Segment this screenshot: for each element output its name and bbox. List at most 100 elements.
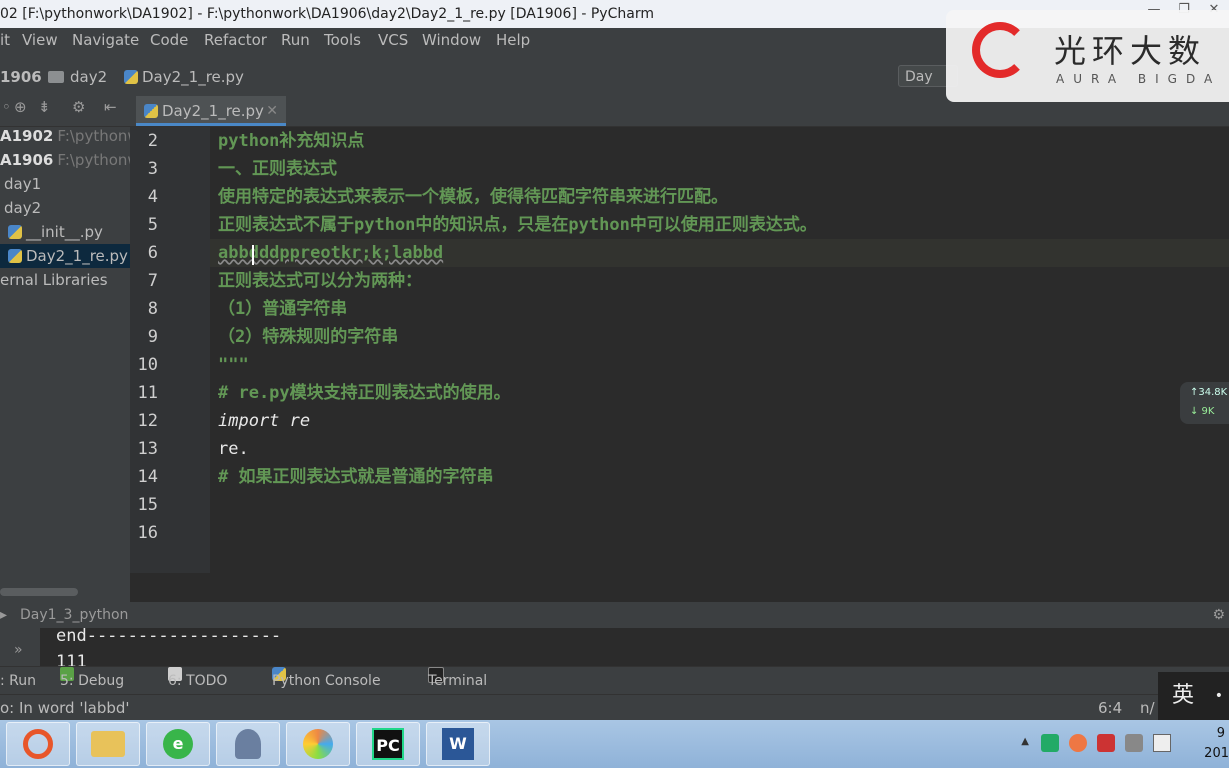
project-panel: ◦ ⊕ ⇟ ⚙ ⇤ A1902 F:\pythonw A1906 F:\python… <box>0 92 140 602</box>
breadcrumb-folder[interactable]: day2 <box>48 68 107 86</box>
taskbar-paint[interactable] <box>286 722 350 766</box>
gear-icon[interactable]: ⚙ <box>1212 602 1225 628</box>
line-number: 13 <box>137 439 158 459</box>
line-number: 12 <box>137 411 158 431</box>
project-panel-toolbar: ◦ ⊕ ⇟ ⚙ ⇤ <box>0 92 130 127</box>
expand-icon[interactable]: » <box>14 642 23 658</box>
tool-todo-label: 6: TODO <box>168 673 228 689</box>
taskbar-chrome[interactable] <box>6 722 70 766</box>
chrome-icon <box>23 729 53 759</box>
line-number: 15 <box>137 495 158 515</box>
run-config-icon: ▸ <box>0 607 8 623</box>
tray-volume-icon[interactable] <box>1125 734 1143 752</box>
ime-indicator[interactable]: 英 • <box>1158 672 1229 720</box>
tray-qq-icon[interactable] <box>1097 734 1115 752</box>
taskbar-word[interactable]: W <box>426 722 490 766</box>
clock-time[interactable]: 9 <box>1217 726 1225 741</box>
line-number: 2 <box>147 131 158 151</box>
tree-item-init[interactable]: __init__.py <box>8 220 103 244</box>
line-number: 3 <box>147 159 158 179</box>
tab-day2-1-re[interactable]: Day2_1_re.py ✕ <box>136 96 286 126</box>
caret-position[interactable]: 6:4 <box>1098 695 1122 721</box>
menu-tools[interactable]: Tools <box>324 31 361 49</box>
code-line: re. <box>218 439 249 459</box>
menu-refactor[interactable]: Refactor <box>204 31 267 49</box>
watermark-logo: 光环大数 AURA BIGDA <box>946 10 1229 102</box>
tree-item-external-libraries[interactable]: ernal Libraries <box>0 268 108 292</box>
code-line: 正则表达式不属于python中的知识点，只是在python中可以使用正则表达式。 <box>218 215 817 235</box>
tool-run[interactable]: : Run <box>0 667 36 695</box>
collapse-icon[interactable]: ⇟ <box>38 98 51 116</box>
python-file-icon <box>8 225 22 239</box>
menu-run[interactable]: Run <box>281 31 310 49</box>
tool-debug-label: 5: Debug <box>60 673 125 689</box>
ime-label: 英 <box>1172 683 1195 708</box>
status-bar: o: In word 'labbd' 6:4 n/ <box>0 694 1229 721</box>
code-line: """ <box>218 355 249 375</box>
tree-item-da1906[interactable]: A1906 F:\pythonw <box>0 148 140 172</box>
menu-edit[interactable]: it <box>0 31 10 49</box>
watermark-en: AURA BIGDA <box>1056 72 1222 86</box>
tree-item-da1902[interactable]: A1902 F:\pythonw <box>0 124 140 148</box>
tree-item-label: __init__.py <box>26 223 103 241</box>
python-file-icon <box>124 70 138 84</box>
breadcrumb-project[interactable]: 1906 <box>0 68 42 86</box>
line-number: 10 <box>137 355 158 375</box>
code-line: 一、正则表达式 <box>218 159 337 179</box>
line-number: 9 <box>147 327 158 347</box>
tree-item-day2[interactable]: day2 <box>4 196 41 220</box>
tree-item-label: Day2_1_re.py <box>26 247 128 265</box>
tray-app-icon[interactable] <box>1069 734 1087 752</box>
run-side-toolbar: » <box>0 628 40 666</box>
tool-window-bar: : Run 5: Debug 6: TODO Python Console Te… <box>0 666 1229 695</box>
scroll-from-source-icon[interactable]: ◦ <box>2 98 11 116</box>
tree-item-path: F:\pythonw <box>57 127 140 145</box>
menu-code[interactable]: Code <box>150 31 188 49</box>
close-tab-icon[interactable]: ✕ <box>266 96 278 126</box>
line-number: 8 <box>147 299 158 319</box>
hide-panel-icon[interactable]: ⇤ <box>104 98 117 116</box>
taskbar-ie[interactable]: e <box>146 722 210 766</box>
code-line: # re.py模块支持正则表达式的使用。 <box>218 383 511 403</box>
menu-help[interactable]: Help <box>496 31 530 49</box>
tray-expand-icon[interactable]: ▲ <box>1021 736 1029 747</box>
python-file-icon <box>144 104 158 118</box>
status-extra[interactable]: n/ <box>1140 695 1155 721</box>
menu-view[interactable]: View <box>22 31 58 49</box>
code-editor[interactable]: python补充知识点 一、正则表达式 使用特定的表达式来表示一个模板，使得待匹… <box>210 127 1229 573</box>
tree-item-day2-1-re[interactable]: Day2_1_re.py <box>0 244 130 268</box>
line-number: 14 <box>137 467 158 487</box>
clock-date[interactable]: 201 <box>1204 746 1229 761</box>
tray-app-icon[interactable] <box>1041 734 1059 752</box>
taskbar-pycharm[interactable]: PC <box>356 722 420 766</box>
breadcrumb-file[interactable]: Day2_1_re.py <box>124 68 244 86</box>
tree-item-day1[interactable]: day1 <box>4 172 41 196</box>
line-number-gutter: 2 3 4 5 6 7 8 9 10 11 12 13 14 15 16 − <box>130 127 342 573</box>
window-title: 02 [F:\pythonwork\DA1902] - F:\pythonwor… <box>0 6 654 22</box>
editor-empty-area <box>130 573 1229 602</box>
line-number: 16 <box>137 523 158 543</box>
run-config-label[interactable]: Day1_3_python <box>20 602 128 628</box>
breadcrumb-folder-label: day2 <box>70 68 108 86</box>
watermark-cn: 光环大数 <box>1054 32 1207 70</box>
locate-icon[interactable]: ⊕ <box>14 98 27 116</box>
tree-item-label: A1906 <box>0 151 54 169</box>
tray-device-icon[interactable] <box>1153 734 1171 752</box>
tool-python-console-label: Python Console <box>272 673 381 689</box>
menu-window[interactable]: Window <box>422 31 481 49</box>
output-line: end------------------- <box>56 628 282 646</box>
breadcrumb-file-label: Day2_1_re.py <box>142 68 244 86</box>
download-speed: ↓ 9K <box>1190 406 1215 417</box>
ie-icon: e <box>163 729 193 759</box>
taskbar-explorer[interactable] <box>76 722 140 766</box>
tab-label: Day2_1_re.py <box>162 102 264 120</box>
status-message: o: In word 'labbd' <box>0 699 130 717</box>
menu-vcs[interactable]: VCS <box>378 31 408 49</box>
taskbar-user[interactable] <box>216 722 280 766</box>
code-line: 使用特定的表达式来表示一个模板，使得待匹配字符串来进行匹配。 <box>218 187 728 207</box>
menu-navigate[interactable]: Navigate <box>72 31 139 49</box>
logo-ring-icon <box>972 22 1028 78</box>
tree-item-path: F:\pythonw <box>57 151 140 169</box>
gear-icon[interactable]: ⚙ <box>72 98 85 116</box>
project-scrollbar[interactable] <box>0 588 78 596</box>
